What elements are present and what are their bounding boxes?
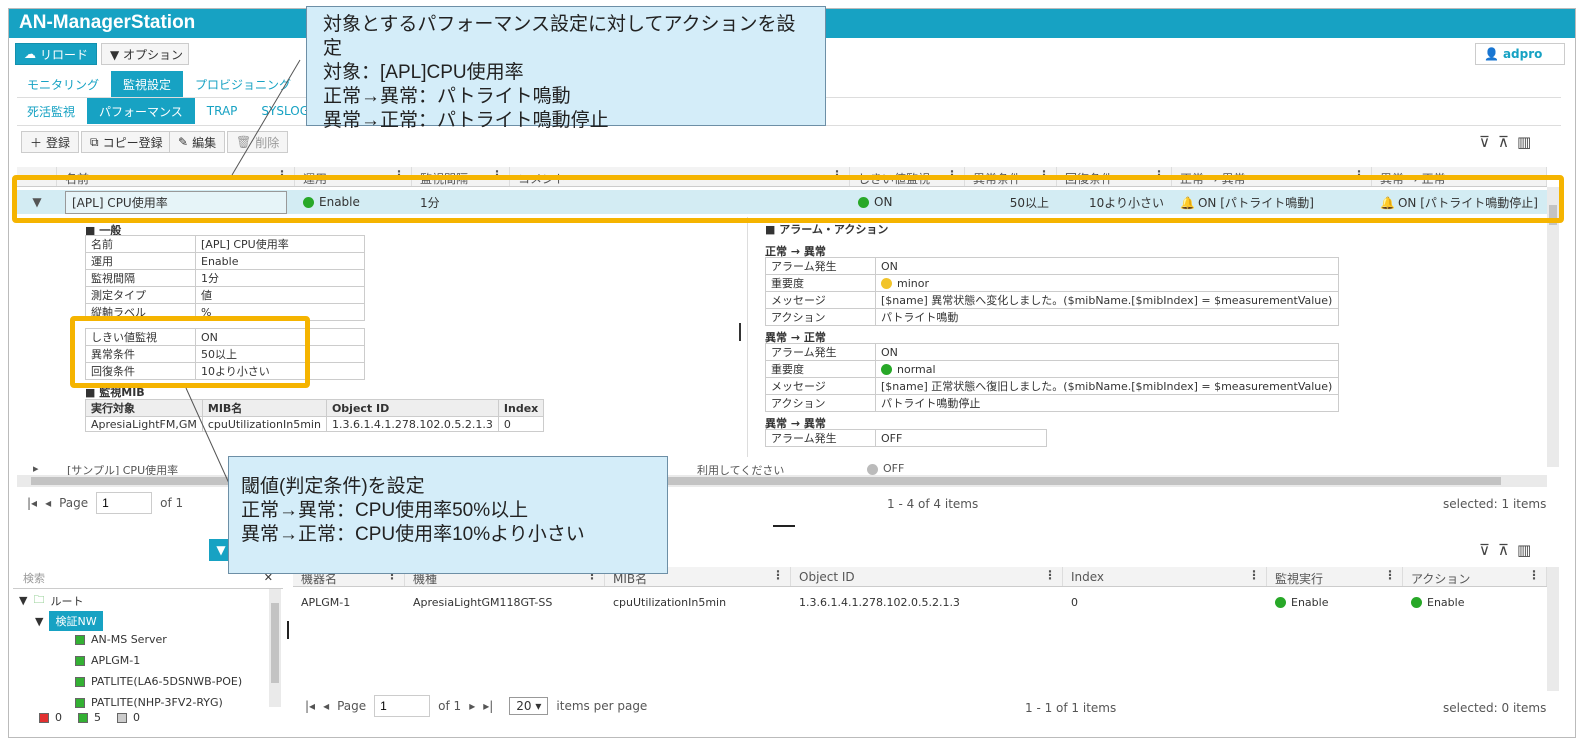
callout-action: 対象とするパフォーマンス設定に対してアクションを設定 対象：[APL]CPU使用… <box>306 6 826 131</box>
callout-threshold: 閾値(判定条件)を設定 正常→異常：CPU使用率50%以上 異常→正常：CPU使… <box>228 456 668 574</box>
